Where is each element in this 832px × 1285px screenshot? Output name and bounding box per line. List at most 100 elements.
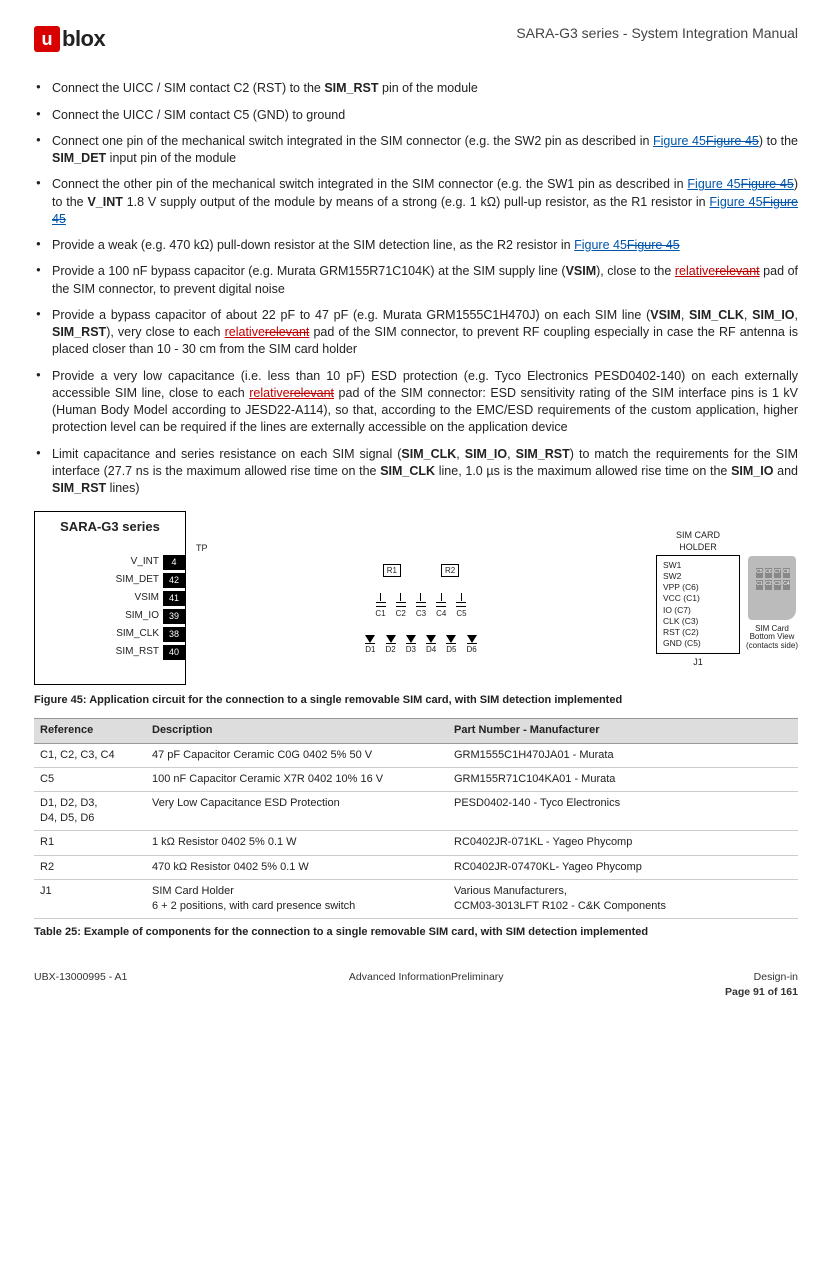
text: Connect the other pin of the mechanical … bbox=[52, 177, 687, 191]
holder-title: SIM CARD HOLDER bbox=[676, 529, 720, 554]
table-row: D1, D2, D3, D4, D5, D6Very Low Capacitan… bbox=[34, 791, 798, 830]
table-row: C1, C2, C3, C447 pF Capacitor Ceramic C0… bbox=[34, 743, 798, 767]
tracked-insert: relative bbox=[225, 325, 265, 339]
page-header: u blox SARA-G3 series - System Integrati… bbox=[34, 24, 798, 54]
pin-label: VSIM bbox=[135, 591, 159, 605]
figure-link[interactable]: Figure 45 bbox=[574, 238, 627, 252]
list-item: Connect the UICC / SIM contact C5 (GND) … bbox=[34, 107, 798, 124]
pin-number: 38 bbox=[163, 627, 185, 641]
figure-link[interactable]: Figure 45 bbox=[709, 195, 762, 209]
sim-contact: C3 bbox=[774, 580, 781, 590]
table-cell: Various Manufacturers, CCM03-3013LFT R10… bbox=[448, 879, 798, 918]
table-cell: SIM Card Holder 6 + 2 positions, with ca… bbox=[146, 879, 448, 918]
bold: SIM_RST bbox=[52, 325, 106, 339]
text: Connect one pin of the mechanical switch… bbox=[52, 134, 653, 148]
text: , bbox=[795, 308, 798, 322]
pin-number: 41 bbox=[163, 591, 185, 605]
sim-contact: C7 bbox=[774, 568, 781, 578]
sim-contact: C1 bbox=[756, 580, 763, 590]
text: , bbox=[507, 447, 515, 461]
footer-left: UBX-13000995 - A1 bbox=[34, 970, 127, 999]
text: ) to the bbox=[759, 134, 798, 148]
list-item: Provide a very low capacitance (i.e. les… bbox=[34, 368, 798, 437]
table-cell: Very Low Capacitance ESD Protection bbox=[146, 791, 448, 830]
text: Provide a bypass capacitor of about 22 p… bbox=[52, 308, 650, 322]
figure-link[interactable]: Figure 45 bbox=[687, 177, 740, 191]
table-cell: D1, D2, D3, D4, D5, D6 bbox=[34, 791, 146, 830]
pin-label: SIM_IO bbox=[125, 609, 159, 623]
text: , bbox=[456, 447, 464, 461]
bold: VSIM bbox=[566, 264, 597, 278]
list-item: Connect one pin of the mechanical switch… bbox=[34, 133, 798, 168]
table-cell: 100 nF Capacitor Ceramic X7R 0402 10% 16… bbox=[146, 767, 448, 791]
module-title: SARA-G3 series bbox=[35, 518, 185, 536]
table-cell: GRM155R71C104KA01 - Murata bbox=[448, 767, 798, 791]
table-cell: RC0402JR-07470KL- Yageo Phycomp bbox=[448, 855, 798, 879]
text: Provide a 100 nF bypass capacitor (e.g. … bbox=[52, 264, 566, 278]
logo: u blox bbox=[34, 24, 105, 54]
figure-link-old: Figure 45 bbox=[627, 238, 680, 252]
sim-card-column: C5C6C7C8C1C2C3C4 SIM Card Bottom View (c… bbox=[746, 546, 798, 651]
capacitor: C1 bbox=[375, 593, 385, 619]
module-pin: SIM_CLK38 bbox=[35, 626, 185, 642]
module-pin: SIM_IO39 bbox=[35, 608, 185, 624]
figure-link[interactable]: Figure 45 bbox=[653, 134, 706, 148]
table-cell: 470 kΩ Resistor 0402 5% 0.1 W bbox=[146, 855, 448, 879]
table-row: C5100 nF Capacitor Ceramic X7R 0402 10% … bbox=[34, 767, 798, 791]
bold: SIM_CLK bbox=[689, 308, 744, 322]
tracked-delete: relevant bbox=[265, 325, 309, 339]
col-partnumber: Part Number - Manufacturer bbox=[448, 719, 798, 743]
footer-section: Design-in bbox=[725, 970, 798, 984]
bold: V_INT bbox=[87, 195, 122, 209]
text: pin of the module bbox=[379, 81, 478, 95]
text: Connect the UICC / SIM contact C2 (RST) … bbox=[52, 81, 324, 95]
table-cell: 1 kΩ Resistor 0402 5% 0.1 W bbox=[146, 831, 448, 855]
text: input pin of the module bbox=[106, 151, 236, 165]
sim-holder-column: SIM CARD HOLDER SW1SW2VPP (C6)VCC (C1)IO… bbox=[656, 529, 740, 669]
r1-label: R1 bbox=[383, 564, 401, 577]
table-row: J1SIM Card Holder 6 + 2 positions, with … bbox=[34, 879, 798, 918]
col-reference: Reference bbox=[34, 719, 146, 743]
holder-pin: IO (C7) bbox=[663, 605, 733, 616]
sim-card-graphic: C5C6C7C8C1C2C3C4 bbox=[748, 556, 796, 620]
text: lines) bbox=[106, 481, 139, 495]
figure-link-old: Figure 45 bbox=[741, 177, 794, 191]
pin-number: 42 bbox=[163, 573, 185, 587]
list-item: Provide a weak (e.g. 470 kΩ) pull-down r… bbox=[34, 237, 798, 254]
tracked-delete: relevant bbox=[715, 264, 759, 278]
list-item: Limit capacitance and series resistance … bbox=[34, 446, 798, 498]
table-row: R11 kΩ Resistor 0402 5% 0.1 WRC0402JR-07… bbox=[34, 831, 798, 855]
sim-contact: C2 bbox=[765, 580, 772, 590]
list-item: Connect the other pin of the mechanical … bbox=[34, 176, 798, 228]
figure-45-schematic: SARA-G3 series V_INT4SIM_DET42VSIM41SIM_… bbox=[34, 511, 798, 685]
bullet-list: Connect the UICC / SIM contact C2 (RST) … bbox=[34, 80, 798, 497]
esd-diode: D3 bbox=[406, 635, 416, 655]
bold: SIM_IO bbox=[465, 447, 507, 461]
figure-link-old: Figure 45 bbox=[706, 134, 759, 148]
document-title: SARA-G3 series - System Integration Manu… bbox=[516, 24, 798, 43]
esd-diode: D2 bbox=[386, 635, 396, 655]
holder-box: SW1SW2VPP (C6)VCC (C1)IO (C7)CLK (C3)RST… bbox=[656, 555, 740, 653]
holder-pin: RST (C2) bbox=[663, 627, 733, 638]
footer-center: Advanced InformationPreliminary bbox=[349, 970, 504, 999]
pin-label: SIM_DET bbox=[116, 573, 159, 587]
module-box: SARA-G3 series V_INT4SIM_DET42VSIM41SIM_… bbox=[34, 511, 186, 685]
col-description: Description bbox=[146, 719, 448, 743]
list-item: Provide a bypass capacitor of about 22 p… bbox=[34, 307, 798, 359]
sim-contact: C4 bbox=[783, 580, 790, 590]
page-number: Page 91 of 161 bbox=[725, 985, 798, 999]
module-pin: SIM_DET 42 bbox=[35, 572, 185, 588]
parts-table: Reference Description Part Number - Manu… bbox=[34, 718, 798, 919]
tracked-insert: relative bbox=[675, 264, 715, 278]
bold: SIM_RST bbox=[324, 81, 378, 95]
bold: SIM_IO bbox=[731, 464, 773, 478]
page-footer: UBX-13000995 - A1 Advanced InformationPr… bbox=[34, 970, 798, 999]
text: line, 1.0 µs is the maximum allowed rise… bbox=[435, 464, 731, 478]
module-pin: SIM_RST 40 bbox=[35, 644, 185, 660]
sim-contact: C8 bbox=[783, 568, 790, 578]
pin-number: 40 bbox=[163, 645, 185, 659]
sim-contact: C5 bbox=[756, 568, 763, 578]
pin-label: SIM_RST bbox=[116, 645, 159, 659]
table-caption: Table 25: Example of components for the … bbox=[34, 925, 798, 940]
text: 1.8 V supply output of the module by mea… bbox=[123, 195, 710, 209]
